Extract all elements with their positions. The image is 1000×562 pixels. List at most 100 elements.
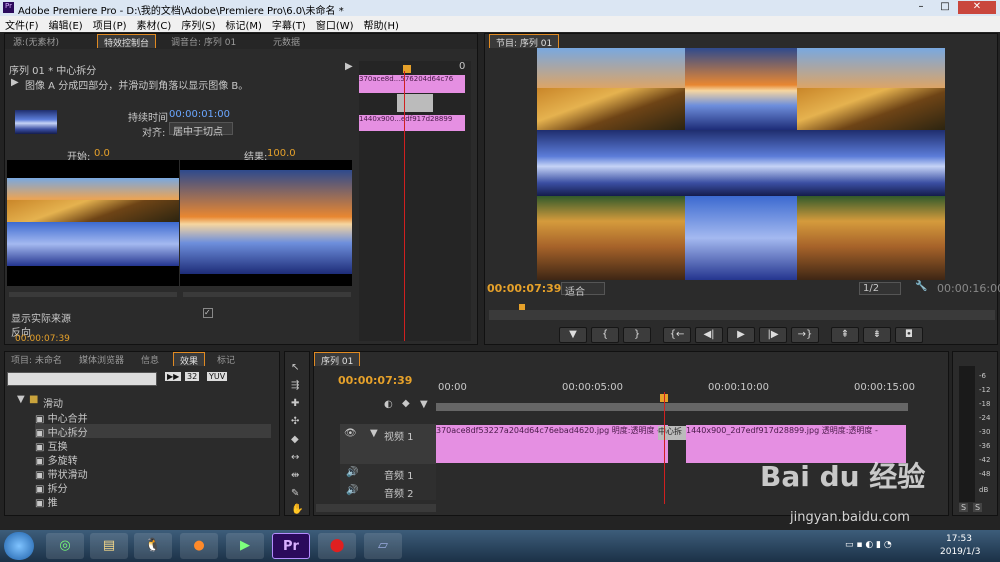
work-area-bar[interactable] bbox=[436, 403, 908, 411]
program-scrubber[interactable] bbox=[489, 310, 995, 320]
speaker-icon[interactable]: 🔊 bbox=[346, 467, 358, 478]
tray-icons[interactable]: ▭ ▪ ◐ ▮ ◔ bbox=[845, 540, 892, 550]
speaker-icon[interactable]: 🔊 bbox=[346, 485, 358, 496]
32bit-icon[interactable]: 32 bbox=[185, 372, 200, 381]
solo-left-button[interactable]: S bbox=[959, 503, 969, 512]
align-dropdown[interactable]: 居中于切点 bbox=[169, 122, 233, 138]
list-item[interactable]: ▣ 多旋转 bbox=[35, 452, 271, 467]
maximize-button[interactable]: □ bbox=[934, 1, 956, 14]
play-transition-icon[interactable]: ▶ bbox=[345, 61, 353, 72]
snap-icon[interactable]: ◐ bbox=[384, 399, 393, 410]
step-back-button[interactable]: ◀| bbox=[695, 327, 723, 343]
tab-sequence[interactable]: 序列 01 bbox=[314, 352, 361, 367]
tab-info[interactable]: 信息 bbox=[135, 352, 165, 366]
folder-slide[interactable]: 滑动 bbox=[43, 395, 63, 410]
notepad-icon[interactable]: ▱ bbox=[364, 533, 402, 559]
eye-icon[interactable]: 👁 bbox=[344, 428, 357, 439]
tab-program[interactable]: 节目: 序列 01 bbox=[489, 34, 560, 49]
clip-1[interactable]: 370ace8df53227a204d64c76ebad4620.jpg 明度:… bbox=[436, 425, 668, 463]
file-explorer-icon[interactable]: ▤ bbox=[90, 533, 128, 559]
start-value[interactable]: 0.0 bbox=[94, 148, 110, 159]
ripple-edit-tool-icon[interactable]: ✚ bbox=[291, 398, 299, 409]
menu-sequence[interactable]: 序列(S) bbox=[176, 16, 220, 33]
minimize-button[interactable]: – bbox=[910, 1, 932, 14]
show-source-checkbox[interactable]: ✓ bbox=[203, 308, 213, 318]
resolution-dropdown[interactable]: 1/2 bbox=[859, 282, 901, 295]
timeline-timecode[interactable]: 00:00:07:39 bbox=[338, 374, 412, 387]
slide-tool-icon[interactable]: ⇹ bbox=[291, 470, 299, 481]
menu-clip[interactable]: 素材(C) bbox=[132, 16, 177, 33]
list-item[interactable]: ▣ 推 bbox=[35, 494, 271, 509]
start-icon[interactable] bbox=[4, 532, 34, 560]
collapse-icon[interactable]: ▼ bbox=[370, 428, 378, 439]
set-marker-icon[interactable]: ▼ bbox=[420, 399, 428, 410]
track-select-tool-icon[interactable]: ⇶ bbox=[291, 380, 299, 391]
lift-button[interactable]: ⇞ bbox=[831, 327, 859, 343]
accelerated-icon[interactable]: ▶▶ bbox=[165, 372, 182, 381]
clip-a[interactable]: 370ace8d...576204d64c76 bbox=[359, 75, 465, 93]
yuv-icon[interactable]: YUV bbox=[207, 372, 228, 381]
qq-icon[interactable]: 🐧 bbox=[134, 533, 172, 559]
menu-file[interactable]: 文件(F) bbox=[0, 16, 44, 33]
list-item[interactable]: ▣ 中心合并 bbox=[35, 410, 271, 425]
solo-right-button[interactable]: S bbox=[973, 503, 983, 512]
pen-tool-icon[interactable]: ✎ bbox=[291, 488, 299, 499]
list-item[interactable]: ▣ 中心拆分 bbox=[35, 424, 271, 439]
folder-expand-icon[interactable]: ▼ bbox=[17, 394, 25, 405]
menu-title[interactable]: 字幕(T) bbox=[267, 16, 311, 33]
wrench-icon[interactable]: 🔧 bbox=[915, 281, 927, 292]
end-value[interactable]: 100.0 bbox=[267, 148, 296, 159]
menu-window[interactable]: 窗口(W) bbox=[311, 16, 359, 33]
expand-icon[interactable]: ▶ bbox=[11, 77, 19, 88]
razor-tool-icon[interactable]: ◆ bbox=[291, 434, 299, 445]
step-forward-button[interactable]: |▶ bbox=[759, 327, 787, 343]
fit-dropdown[interactable]: 适合 bbox=[561, 282, 605, 298]
duration-value[interactable]: 00:00:01:00 bbox=[169, 109, 230, 120]
tab-source[interactable]: 源:(无素材) bbox=[7, 34, 65, 48]
list-item[interactable]: ▣ 带状滑动 bbox=[35, 466, 271, 481]
timeline-scrollbar[interactable] bbox=[316, 504, 436, 512]
tab-effect-controls[interactable]: 特效控制台 bbox=[97, 34, 157, 49]
list-item[interactable]: ▣ 互换 bbox=[35, 438, 271, 453]
tab-project[interactable]: 项目: 未命名 bbox=[5, 352, 68, 366]
selection-tool-icon[interactable]: ↖ bbox=[291, 362, 299, 373]
tab-markers[interactable]: 标记 bbox=[211, 352, 241, 366]
start-slider[interactable] bbox=[9, 292, 177, 297]
marker-icon[interactable]: ◆ bbox=[402, 398, 410, 409]
program-timecode[interactable]: 00:00:07:39 bbox=[487, 282, 561, 295]
effects-search-input[interactable] bbox=[7, 372, 157, 386]
play-button[interactable]: ▶ bbox=[727, 327, 755, 343]
end-slider[interactable] bbox=[183, 292, 351, 297]
menu-marker[interactable]: 标记(M) bbox=[220, 16, 266, 33]
menu-edit[interactable]: 编辑(E) bbox=[44, 16, 88, 33]
rolling-edit-tool-icon[interactable]: ✣ bbox=[291, 416, 299, 427]
menu-help[interactable]: 帮助(H) bbox=[359, 16, 404, 33]
mark-in-button[interactable]: { bbox=[591, 327, 619, 343]
list-item[interactable]: ▣ 拆分 bbox=[35, 480, 271, 495]
effect-timecode[interactable]: 00:00:07:39 bbox=[15, 334, 70, 344]
extract-button[interactable]: ⇟ bbox=[863, 327, 891, 343]
transition-center-split[interactable]: 中心拆 bbox=[658, 426, 688, 440]
audio2-header: 🔊 音频 2 bbox=[340, 482, 436, 500]
clip-b[interactable]: 1440x900...edf917d28899 bbox=[359, 115, 465, 131]
add-marker-button[interactable]: ▼ bbox=[559, 327, 587, 343]
export-frame-button[interactable]: ◘ bbox=[895, 327, 923, 343]
app-360-icon[interactable]: ◎ bbox=[46, 533, 84, 559]
program-playhead-icon[interactable] bbox=[519, 304, 525, 310]
video-player-icon[interactable]: ▶ bbox=[226, 533, 264, 559]
record-icon[interactable]: ⬤ bbox=[318, 533, 356, 559]
close-button[interactable]: ✕ bbox=[958, 1, 996, 14]
firefox-icon[interactable]: ● bbox=[180, 533, 218, 559]
slip-tool-icon[interactable]: ↔ bbox=[291, 452, 299, 463]
go-to-out-button[interactable]: →} bbox=[791, 327, 819, 343]
tab-media-browser[interactable]: 媒体浏览器 bbox=[73, 352, 130, 366]
go-to-in-button[interactable]: {← bbox=[663, 327, 691, 343]
tab-metadata[interactable]: 元数据 bbox=[267, 34, 306, 48]
tab-effects[interactable]: 效果 bbox=[173, 352, 206, 367]
hand-tool-icon[interactable]: ✋ bbox=[291, 504, 303, 515]
tab-audio-mixer[interactable]: 调音台: 序列 01 bbox=[165, 34, 242, 48]
transition-block[interactable] bbox=[397, 94, 433, 112]
premiere-taskbar-icon[interactable]: Pr bbox=[272, 533, 310, 559]
menu-project[interactable]: 项目(P) bbox=[88, 16, 132, 33]
mark-out-button[interactable]: } bbox=[623, 327, 651, 343]
